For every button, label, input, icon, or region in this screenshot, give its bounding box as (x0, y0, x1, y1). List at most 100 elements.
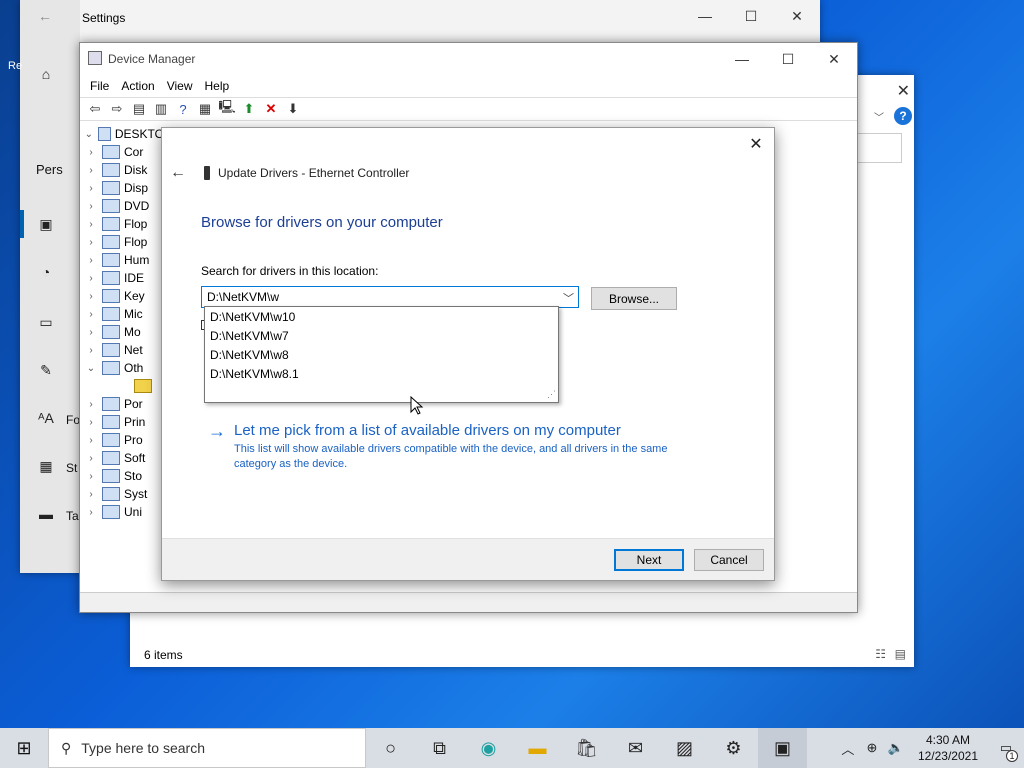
pick-from-list-option[interactable]: → Let me pick from a list of available d… (208, 422, 684, 472)
menu-action[interactable]: Action (121, 75, 162, 97)
chevron-down-icon[interactable]: ﹀ (563, 290, 574, 306)
list-item[interactable]: D:\NetKVM\w10 (205, 307, 558, 326)
edge-icon[interactable]: ◉ (464, 728, 513, 768)
expand-chevron-icon[interactable]: › (84, 327, 98, 338)
tree-item[interactable]: › Flop (84, 233, 164, 251)
back-arrow-icon[interactable]: ← (38, 8, 52, 24)
browse-button[interactable]: Browse... (591, 287, 677, 310)
download-icon[interactable]: ⬇ (284, 100, 302, 118)
expand-chevron-icon[interactable]: › (84, 489, 98, 500)
tree-item[interactable]: › Mo (84, 323, 164, 341)
chevron-up-icon[interactable]: ︿ (836, 739, 860, 758)
mail-icon[interactable]: ✉ (611, 728, 660, 768)
clock[interactable]: 4:30 AM 12/23/2021 (908, 732, 988, 764)
close-icon[interactable]: ✕ (746, 134, 766, 154)
photos-icon[interactable]: ▨ (660, 728, 709, 768)
expand-chevron-icon[interactable]: › (84, 471, 98, 482)
path-combobox[interactable]: D:\NetKVM\w ﹀ (201, 286, 579, 308)
view-icon[interactable]: ▦ (196, 100, 214, 118)
menu-view[interactable]: View (167, 75, 201, 97)
background-icon[interactable]: ▣ (36, 216, 56, 234)
minimize-button[interactable]: — (719, 43, 765, 75)
tree-root[interactable]: ⌄ DESKTO (84, 125, 164, 143)
tree-item[interactable]: › Syst (84, 485, 164, 503)
colors-icon[interactable]: ◔ (36, 264, 56, 282)
maximize-button[interactable]: ☐ (728, 0, 774, 32)
update-driver-icon[interactable]: ⬆ (240, 100, 258, 118)
expand-chevron-icon[interactable]: › (84, 291, 98, 302)
expand-chevron-icon[interactable]: › (84, 507, 98, 518)
expand-chevron-icon[interactable]: › (84, 309, 98, 320)
path-input[interactable]: D:\NetKVM\w (207, 290, 279, 304)
scan-hardware-icon[interactable]: 🖳 (218, 99, 236, 118)
expand-chevron-icon[interactable]: › (84, 147, 98, 158)
tree-item[interactable]: › Pro (84, 431, 164, 449)
settings-gear-icon[interactable]: ⚙ (709, 728, 758, 768)
device-manager-taskbar-icon[interactable]: ▣ (758, 728, 807, 768)
tree-item[interactable]: › Hum (84, 251, 164, 269)
tree-item[interactable]: › IDE (84, 269, 164, 287)
chevron-down-icon[interactable]: ﹀ (874, 109, 884, 124)
expand-chevron-icon[interactable]: › (84, 201, 98, 212)
tree-item[interactable]: › Net (84, 341, 164, 359)
help-icon[interactable]: ? (174, 100, 192, 118)
tree-item[interactable]: › Soft (84, 449, 164, 467)
uninstall-icon[interactable]: ✕ (262, 100, 280, 118)
tree-item[interactable]: › Disp (84, 179, 164, 197)
menu-help[interactable]: Help (205, 75, 238, 97)
pick-title[interactable]: Let me pick from a list of available dri… (234, 422, 684, 439)
cortana-icon[interactable]: ○ (366, 728, 415, 768)
file-explorer-icon[interactable]: ▬ (513, 728, 562, 768)
network-icon[interactable]: ⊕ (860, 740, 884, 756)
expand-chevron-icon[interactable]: › (84, 345, 98, 356)
expand-chevron-icon[interactable]: › (84, 255, 98, 266)
properties-icon[interactable]: ▥ (152, 100, 170, 118)
lock-screen-icon[interactable]: ▭ (36, 314, 56, 332)
expand-chevron-icon[interactable]: › (84, 453, 98, 464)
resize-grip-icon[interactable]: ⋰ (547, 389, 556, 400)
details-view-icon[interactable]: ☷ (875, 647, 886, 661)
tree-item[interactable]: › Prin (84, 413, 164, 431)
tree-item[interactable]: › DVD (84, 197, 164, 215)
taskbar-search[interactable]: ⚲ Type here to search (48, 728, 366, 768)
expand-chevron-icon[interactable]: › (84, 219, 98, 230)
expand-chevron-icon[interactable]: › (84, 273, 98, 284)
expand-chevron-icon[interactable]: › (84, 435, 98, 446)
expand-chevron-icon[interactable]: ⌄ (84, 363, 98, 374)
maximize-button[interactable]: ☐ (765, 43, 811, 75)
cancel-button[interactable]: Cancel (694, 549, 764, 571)
close-button[interactable]: ✕ (774, 0, 820, 32)
tree-item[interactable]: › Mic (84, 305, 164, 323)
home-icon[interactable]: ⌂ (36, 66, 56, 84)
minimize-button[interactable]: — (682, 0, 728, 32)
next-button[interactable]: Next (614, 549, 684, 571)
tree-item[interactable]: › Flop (84, 215, 164, 233)
back-icon[interactable]: ⇦ (86, 100, 104, 118)
windows-start-icon[interactable]: ⊞ (0, 728, 48, 768)
expand-chevron-icon[interactable]: › (84, 183, 98, 194)
close-button[interactable]: ✕ (811, 43, 857, 75)
tree-item[interactable]: ⌄ Oth (84, 359, 164, 377)
expand-chevron-icon[interactable]: › (84, 399, 98, 410)
tree-item[interactable]: › Por (84, 395, 164, 413)
task-view-icon[interactable]: ⧉ (415, 728, 464, 768)
taskbar-icon[interactable]: ▬ (36, 506, 56, 524)
expand-chevron-icon[interactable]: › (84, 165, 98, 176)
tiles-view-icon[interactable]: ▤ (895, 647, 906, 661)
start-icon[interactable]: ▦ (36, 458, 56, 476)
expand-chevron-icon[interactable]: › (84, 237, 98, 248)
list-item[interactable]: D:\NetKVM\w8 (205, 345, 558, 364)
tree-item[interactable]: › Uni (84, 503, 164, 521)
menu-file[interactable]: File (90, 75, 117, 97)
tree-item[interactable]: › Sto (84, 467, 164, 485)
tree-item[interactable]: › Cor (84, 143, 164, 161)
help-icon[interactable]: ? (894, 107, 912, 125)
expand-chevron-icon[interactable]: › (84, 417, 98, 428)
volume-icon[interactable]: 🔈 (884, 740, 908, 756)
tree-item[interactable] (84, 377, 164, 395)
list-item[interactable]: D:\NetKVM\w8.1 (205, 364, 558, 383)
forward-icon[interactable]: ⇨ (108, 100, 126, 118)
tree-item[interactable]: › Key (84, 287, 164, 305)
back-arrow-icon[interactable]: ← (170, 164, 186, 182)
show-hide-tree-icon[interactable]: ▤ (130, 100, 148, 118)
